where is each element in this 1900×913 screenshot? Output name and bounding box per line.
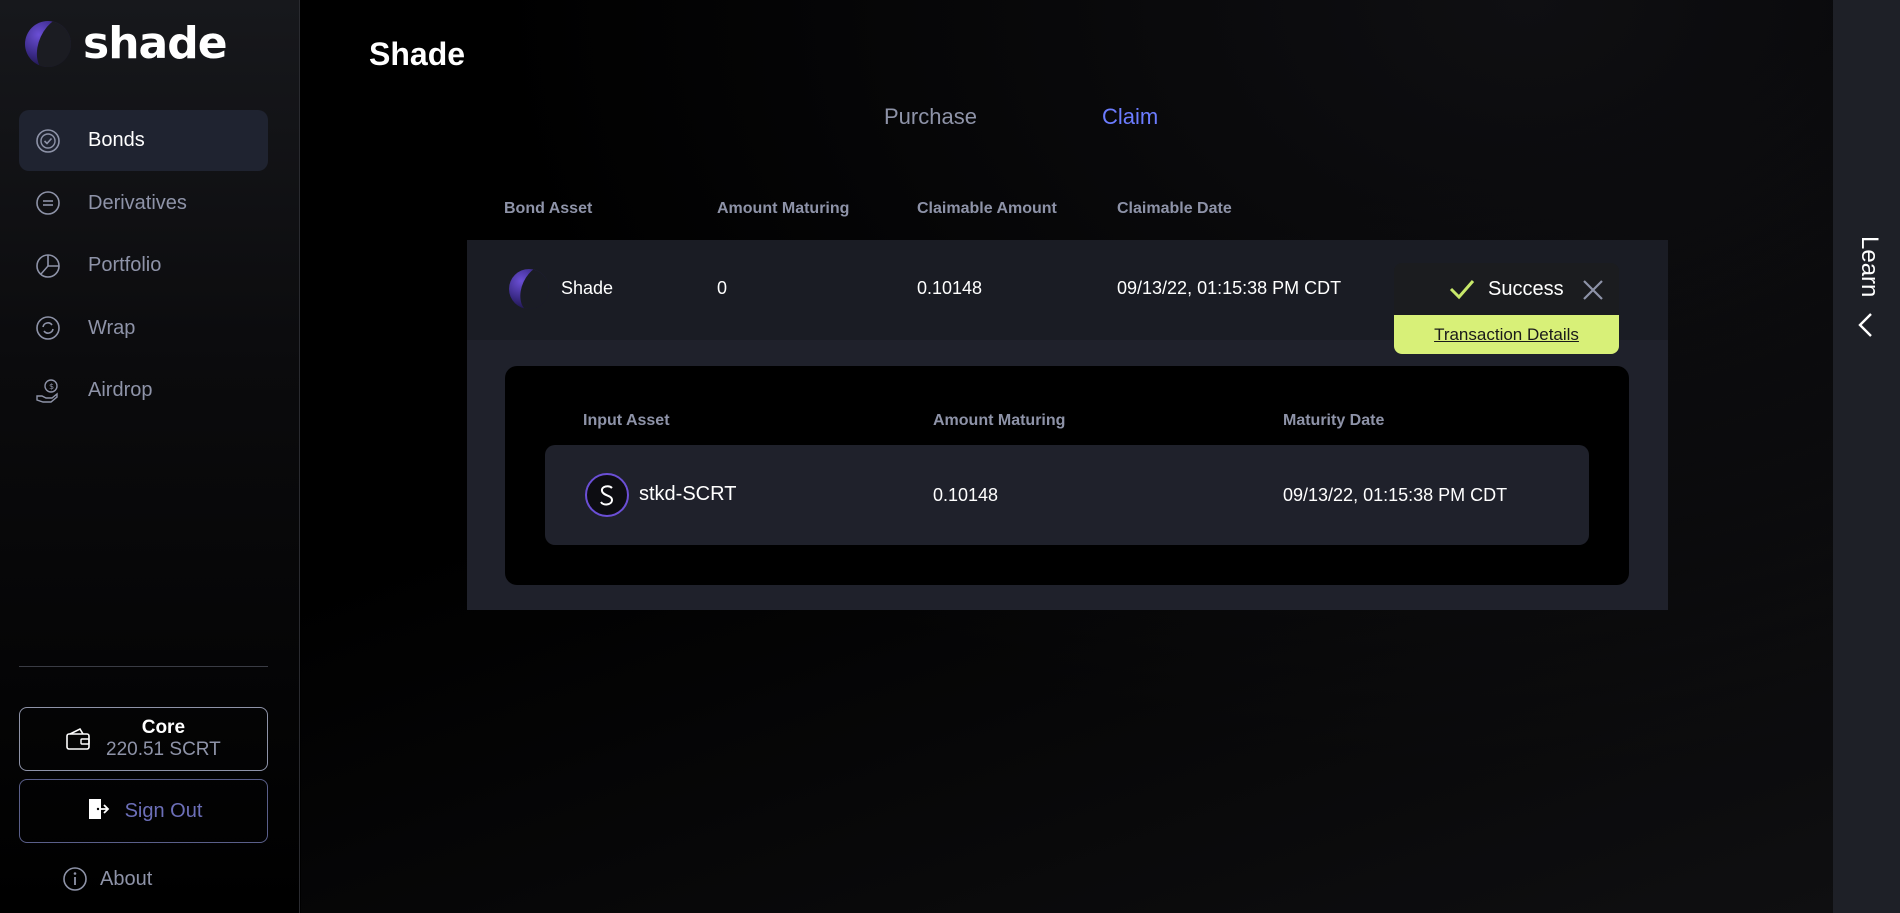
logo-text: shade (83, 18, 228, 69)
bond-asset: Shade (561, 278, 614, 298)
derivatives-icon (35, 190, 61, 216)
bond-detail-panel: Input Asset Amount Maturing Maturity Dat… (505, 366, 1629, 585)
toast-footer: Transaction Details (1394, 315, 1619, 354)
sidebar-divider (19, 666, 268, 667)
wallet-info: Core 220.51 SCRT (106, 717, 221, 761)
about-label: About (100, 867, 153, 890)
stkd-scrt-token-icon (585, 473, 629, 517)
column-header-claimable-amount: Claimable Amount (917, 200, 1057, 217)
sign-out-button[interactable]: Sign Out (19, 779, 268, 843)
detail-row: stkd-SCRT 0.10148 09/13/22, 01:15:38 PM … (545, 445, 1589, 545)
page-title: Shade (369, 36, 466, 72)
bond-amount-maturing: 0 (717, 278, 728, 298)
learn-drawer-toggle[interactable]: Learn (1833, 0, 1900, 913)
column-header-input-asset: Input Asset (583, 412, 670, 429)
sign-out-label: Sign Out (124, 799, 203, 822)
chevron-left-icon (1855, 312, 1877, 343)
wrap-icon (35, 315, 61, 341)
svg-text:$: $ (49, 382, 54, 391)
close-icon[interactable] (1581, 278, 1605, 307)
toast-status: Success (1488, 278, 1564, 300)
detail-maturity-date: 09/13/22, 01:15:38 PM CDT (1283, 485, 1508, 505)
sidebar-item-airdrop[interactable]: $ Airdrop (19, 360, 268, 421)
tab-claim[interactable]: Claim (1102, 104, 1158, 130)
airdrop-icon: $ (35, 378, 61, 404)
column-header-maturity-date: Maturity Date (1283, 412, 1385, 429)
sidebar-item-label: Bonds (88, 129, 145, 151)
portfolio-icon (35, 253, 61, 279)
sidebar-item-wrap[interactable]: Wrap (19, 298, 268, 359)
tab-purchase[interactable]: Purchase (884, 104, 977, 130)
column-header-amount-maturing: Amount Maturing (933, 412, 1066, 429)
bond-claimable-date: 09/13/22, 01:15:38 PM CDT (1117, 278, 1342, 298)
sidebar-nav: Bonds Derivatives Portfolio Wrap $ Airdr… (19, 110, 268, 423)
info-icon (62, 866, 88, 892)
success-toast: Success Transaction Details (1394, 263, 1619, 354)
toast-header: Success (1394, 263, 1619, 315)
sidebar-item-portfolio[interactable]: Portfolio (19, 235, 268, 296)
shade-logo-icon (25, 20, 71, 67)
wallet-balance: 220.51 SCRT (106, 739, 221, 760)
tabs: Purchase Claim (884, 104, 1158, 130)
sidebar-item-label: Derivatives (88, 191, 187, 214)
sidebar-item-derivatives[interactable]: Derivatives (19, 173, 268, 234)
sidebar-item-label: Airdrop (88, 379, 153, 401)
column-header-claimable-date: Claimable Date (1117, 200, 1232, 217)
main-content: Shade Purchase Claim Bond Asset Amount M… (301, 0, 1833, 913)
sidebar-item-label: Wrap (88, 316, 136, 339)
sidebar: shade Bonds Derivatives Portfolio Wrap $… (0, 0, 300, 913)
sign-out-icon (85, 796, 111, 827)
transaction-details-link[interactable]: Transaction Details (1434, 325, 1579, 345)
wallet-icon (64, 725, 92, 753)
detail-asset: stkd-SCRT (639, 483, 737, 505)
wallet-name: Core (141, 717, 186, 738)
column-header-amount-maturing: Amount Maturing (717, 200, 850, 217)
learn-label: Learn (1856, 236, 1883, 298)
shade-token-icon (509, 269, 549, 309)
bond-claimable-amount: 0.10148 (917, 278, 983, 298)
logo[interactable]: shade (25, 18, 228, 69)
column-header-bond-asset: Bond Asset (504, 200, 593, 217)
bonds-icon (35, 128, 61, 154)
sidebar-item-label: Portfolio (88, 254, 162, 276)
wallet-button[interactable]: Core 220.51 SCRT (19, 707, 268, 771)
check-icon (1448, 277, 1476, 306)
detail-amount-maturing: 0.10148 (933, 485, 999, 505)
about-link[interactable]: About (62, 866, 152, 892)
sidebar-item-bonds[interactable]: Bonds (19, 110, 268, 171)
